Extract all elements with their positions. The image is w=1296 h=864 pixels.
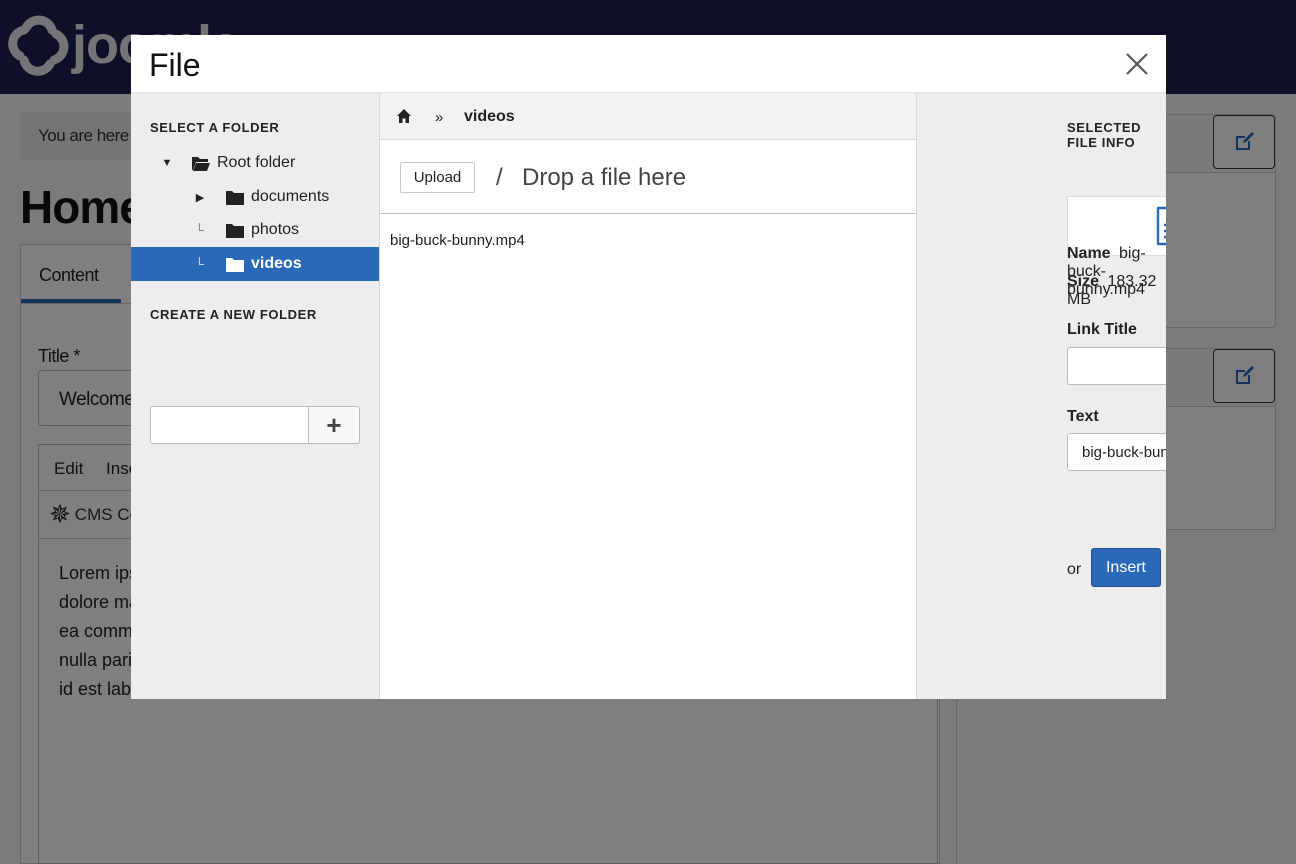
tree-item-label: documents: [251, 188, 330, 205]
select-folder-title: SELECT A FOLDER: [150, 120, 280, 135]
folder-open-icon: [192, 156, 210, 171]
text-label: Text: [1067, 408, 1099, 425]
plus-icon: +: [326, 409, 342, 440]
breadcrumb-separator: »: [435, 109, 444, 126]
create-folder-title: CREATE A NEW FOLDER: [150, 307, 317, 322]
file-size-info: Size 183.32 MB: [1067, 273, 1166, 309]
folder-breadcrumb: » videos: [380, 93, 916, 140]
breadcrumb-current-folder[interactable]: videos: [464, 108, 515, 126]
tree-branch-icon: └: [195, 223, 204, 237]
link-title-label: Link Title: [1067, 321, 1137, 338]
close-button[interactable]: [1122, 49, 1152, 79]
modal-header: File: [131, 35, 1166, 93]
file-document-icon: [1156, 206, 1166, 246]
folder-panel: SELECT A FOLDER ▼ Root folder ▶ document…: [131, 93, 380, 699]
upload-button[interactable]: Upload: [400, 162, 475, 193]
caret-right-icon[interactable]: ▶: [194, 191, 206, 204]
tree-item-root-folder[interactable]: ▼ Root folder: [131, 146, 379, 180]
link-title-input[interactable]: [1067, 347, 1166, 385]
new-folder-input[interactable]: [150, 406, 309, 444]
caret-down-icon[interactable]: ▼: [161, 157, 173, 169]
tree-branch-icon: └: [195, 257, 204, 271]
tree-item-label: Root folder: [217, 154, 296, 171]
file-info-panel: SELECTED FILE INFO Name big-buck-bunny.m…: [917, 93, 1166, 699]
file-list-item[interactable]: big-buck-bunny.mp4: [390, 232, 525, 249]
size-label: Size: [1067, 273, 1100, 290]
drop-separator: /: [496, 164, 503, 191]
tree-item-label: videos: [251, 255, 302, 272]
or-text: or: [1067, 561, 1082, 578]
tree-item-photos[interactable]: └ photos: [131, 213, 379, 247]
text-input[interactable]: [1067, 433, 1166, 471]
file-info-title: SELECTED FILE INFO: [1067, 120, 1142, 150]
drop-zone-text[interactable]: Drop a file here: [522, 164, 686, 192]
upload-area: Upload / Drop a file here: [380, 140, 916, 214]
folder-icon: [226, 190, 244, 205]
insert-button[interactable]: Insert: [1091, 548, 1161, 587]
media-modal: File SELECT A FOLDER ▼ Root folder ▶ doc…: [131, 35, 1166, 699]
tree-item-label: photos: [251, 221, 300, 238]
folder-icon: [226, 223, 244, 238]
name-label: Name: [1067, 245, 1111, 262]
home-icon[interactable]: [396, 108, 412, 124]
modal-title: File: [149, 47, 201, 83]
tree-item-videos[interactable]: └ videos: [131, 247, 379, 281]
tree-item-documents[interactable]: ▶ documents: [131, 180, 379, 214]
folder-icon: [226, 257, 244, 272]
create-folder-button[interactable]: +: [308, 406, 360, 444]
file-browser: » videos Upload / Drop a file here big-b…: [380, 93, 917, 699]
close-icon: [1126, 53, 1148, 75]
